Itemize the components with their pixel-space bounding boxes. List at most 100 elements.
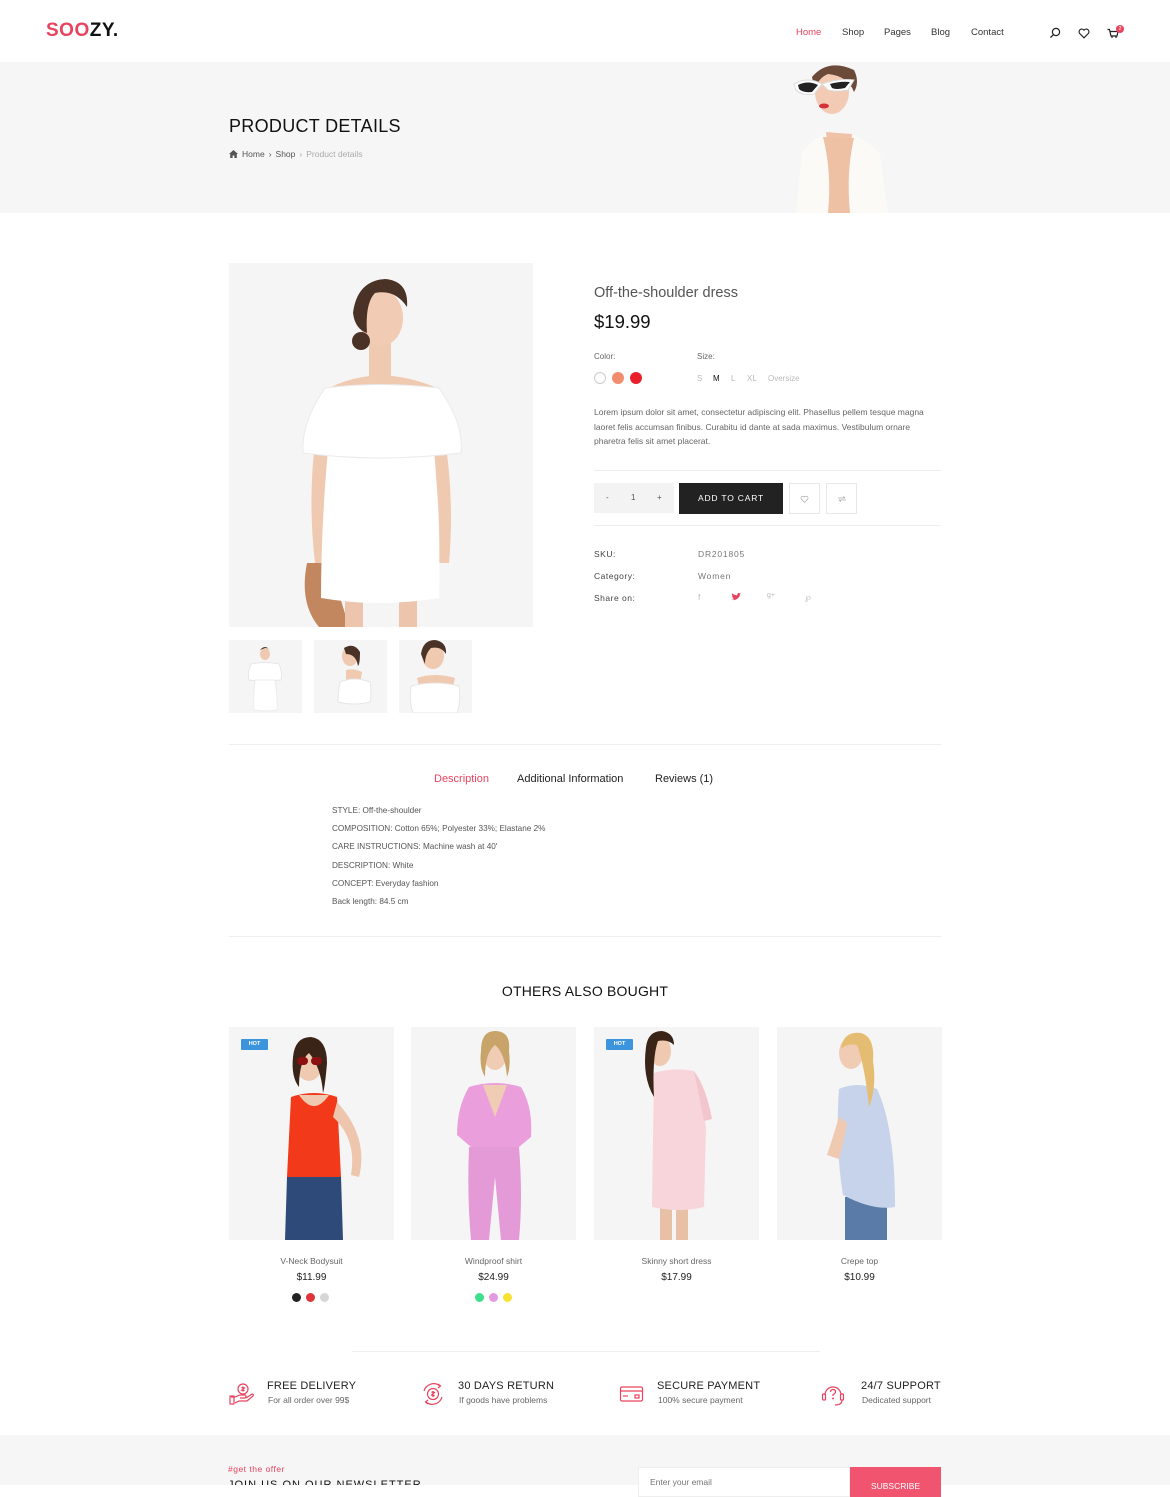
feature-title: FREE DELIVERY — [267, 1380, 357, 1392]
hot-badge: HOT — [241, 1039, 268, 1050]
product-thumbnail[interactable] — [229, 640, 302, 713]
nav-shop[interactable]: Shop — [842, 27, 864, 38]
color-dot[interactable] — [306, 1293, 315, 1302]
add-to-wishlist-button[interactable] — [789, 483, 820, 514]
product-card-name[interactable]: V-Neck Bodysuit — [229, 1256, 394, 1266]
search-icon[interactable] — [1048, 26, 1062, 40]
product-thumbnail[interactable] — [399, 640, 472, 713]
feature-subtitle: Dedicated support — [862, 1395, 931, 1405]
breadcrumb-current: Product details — [306, 149, 363, 159]
product-thumbnail[interactable] — [314, 640, 387, 713]
color-swatch-white[interactable] — [594, 372, 606, 384]
quantity-increase-button[interactable]: + — [657, 493, 662, 502]
product-card-image[interactable]: HOT — [229, 1027, 394, 1240]
spec-line: CARE INSTRUCTIONS: Machine wash at 40' — [332, 842, 498, 851]
color-swatch-red[interactable] — [630, 372, 642, 384]
divider — [229, 744, 941, 745]
product-main-image[interactable] — [229, 263, 533, 627]
feature-title: SECURE PAYMENT — [657, 1380, 761, 1392]
tab-description[interactable]: Description — [434, 773, 489, 785]
size-option-oversize[interactable]: Oversize — [768, 374, 800, 383]
heart-icon — [799, 494, 810, 504]
chevron-right-icon: › — [268, 149, 272, 159]
feature-subtitle: If goods have problems — [459, 1395, 548, 1405]
spec-line: CONCEPT: Everyday fashion — [332, 879, 439, 888]
nav-contact[interactable]: Contact — [971, 27, 1004, 38]
feature-title: 30 DAYS RETURN — [458, 1380, 555, 1392]
site-header: SOOZY. Home Shop Pages Blog Contact 2 — [0, 0, 1170, 62]
spec-line: COMPOSITION: Cotton 65%; Polyester 33%; … — [332, 824, 546, 833]
quantity-value[interactable]: 1 — [631, 493, 635, 502]
compare-arrows-icon — [837, 495, 847, 502]
spec-line: DESCRIPTION: White — [332, 861, 414, 870]
divider — [352, 1351, 820, 1352]
size-option-m[interactable]: M — [713, 374, 720, 383]
facebook-icon[interactable]: f — [698, 592, 700, 602]
nav-home[interactable]: Home — [796, 27, 821, 38]
feature-subtitle: 100% secure payment — [658, 1395, 743, 1405]
page-title: PRODUCT DETAILS — [229, 116, 401, 136]
home-icon — [229, 150, 238, 158]
subscribe-button[interactable]: SUBSCRIBE — [850, 1467, 941, 1497]
feature-title: 24/7 SUPPORT — [861, 1380, 941, 1392]
size-option-xl[interactable]: XL — [747, 374, 757, 383]
divider — [229, 936, 941, 937]
tab-reviews[interactable]: Reviews (1) — [655, 773, 713, 785]
chevron-right-icon: › — [299, 149, 303, 159]
product-card-name[interactable]: Windproof shirt — [411, 1256, 576, 1266]
newsletter-section — [0, 1435, 1170, 1485]
breadcrumb-home[interactable]: Home — [242, 149, 265, 159]
size-label: Size: — [697, 352, 715, 361]
product-name: Off-the-shoulder dress — [594, 285, 738, 301]
share-label: Share on: — [594, 593, 636, 603]
divider — [594, 525, 941, 526]
headset-support-icon — [820, 1381, 846, 1407]
section-title: OTHERS ALSO BOUGHT — [501, 983, 669, 999]
color-dot[interactable] — [475, 1293, 484, 1302]
pinterest-icon[interactable]: ℘ — [805, 592, 811, 603]
email-input[interactable] — [638, 1467, 850, 1497]
sku-value: DR201805 — [698, 549, 746, 559]
category-link[interactable]: Women — [698, 571, 731, 581]
color-dot[interactable] — [320, 1293, 329, 1302]
hero-model-image — [788, 62, 890, 213]
product-card-image[interactable]: HOT — [594, 1027, 759, 1240]
breadcrumb-shop[interactable]: Shop — [276, 149, 296, 159]
size-option-s[interactable]: S — [697, 374, 702, 383]
quantity-decrease-button[interactable]: - — [606, 493, 609, 502]
product-card-price: $11.99 — [296, 1272, 327, 1283]
newsletter-heading: JOIN US ON OUR NEWSLETTER — [228, 1479, 422, 1485]
color-swatch-coral[interactable] — [612, 372, 624, 384]
color-label: Color: — [594, 352, 616, 361]
color-dot[interactable] — [503, 1293, 512, 1302]
product-card-image[interactable] — [411, 1027, 576, 1240]
heart-icon[interactable] — [1077, 26, 1091, 40]
twitter-icon[interactable] — [731, 593, 741, 601]
add-to-cart-button[interactable]: ADD TO CART — [679, 483, 783, 514]
sku-label: SKU: — [594, 549, 616, 559]
money-return-icon — [420, 1381, 446, 1407]
product-card-image[interactable] — [777, 1027, 942, 1240]
product-card-price: $17.99 — [661, 1272, 692, 1283]
product-card-price: $10.99 — [844, 1272, 875, 1283]
color-dot[interactable] — [489, 1293, 498, 1302]
quantity-stepper[interactable]: - 1 + — [594, 483, 674, 513]
tab-additional-information[interactable]: Additional Information — [517, 773, 623, 785]
logo[interactable]: SOOZY. — [46, 20, 119, 42]
nav-blog[interactable]: Blog — [931, 27, 950, 38]
breadcrumb: Home › Shop › Product details — [229, 149, 362, 159]
product-card-name[interactable]: Crepe top — [777, 1256, 942, 1266]
newsletter-tag: #get the offer — [228, 1464, 285, 1474]
google-plus-icon[interactable]: g+ — [767, 592, 775, 599]
product-description: Lorem ipsum dolor sit amet, consectetur … — [594, 407, 924, 446]
product-price: $19.99 — [594, 311, 651, 332]
page-hero: PRODUCT DETAILS Home › Shop › Product de… — [0, 62, 1170, 213]
nav-pages[interactable]: Pages — [884, 27, 911, 38]
category-label: Category: — [594, 571, 636, 581]
compare-button[interactable] — [826, 483, 857, 514]
spec-line: STYLE: Off-the-shoulder — [332, 806, 422, 815]
cart-count-badge: 2 — [1116, 25, 1124, 33]
size-option-l[interactable]: L — [731, 374, 735, 383]
product-card-name[interactable]: Skinny short dress — [594, 1256, 759, 1266]
color-dot[interactable] — [292, 1293, 301, 1302]
